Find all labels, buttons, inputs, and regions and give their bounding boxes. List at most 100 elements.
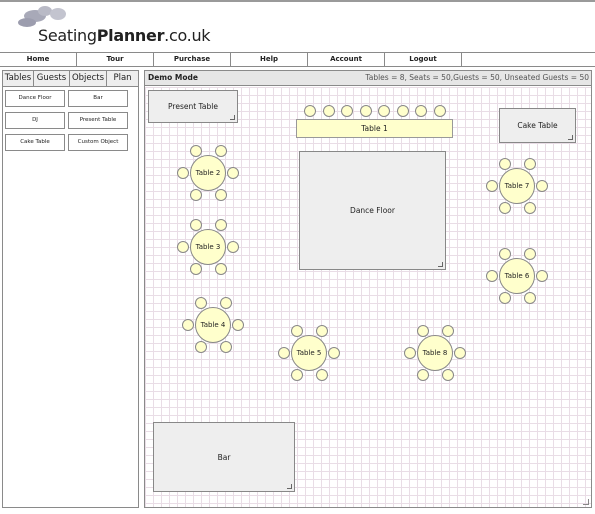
- seat[interactable]: [290, 325, 303, 338]
- seat[interactable]: [219, 340, 232, 353]
- seat[interactable]: [194, 340, 207, 353]
- seat[interactable]: [290, 368, 303, 381]
- bar-button[interactable]: Bar: [68, 90, 128, 107]
- seat[interactable]: [214, 188, 227, 201]
- seat[interactable]: [328, 347, 340, 359]
- seat[interactable]: [177, 167, 189, 179]
- seat[interactable]: [378, 105, 390, 117]
- seat[interactable]: [322, 105, 335, 117]
- seat[interactable]: [486, 270, 498, 282]
- present-table-label: Present Table: [168, 102, 218, 111]
- nav-home[interactable]: Home: [0, 53, 77, 66]
- tab-plan[interactable]: Plan: [107, 71, 138, 86]
- plan-canvas[interactable]: Present Table Cake Table Dance Floor Bar…: [145, 87, 591, 507]
- dance-floor[interactable]: Dance Floor: [299, 151, 446, 270]
- seat[interactable]: [227, 167, 239, 179]
- nav-help[interactable]: Help: [231, 53, 308, 66]
- nav-account[interactable]: Account: [308, 53, 385, 66]
- seat[interactable]: [486, 180, 498, 192]
- seat[interactable]: [523, 291, 536, 304]
- table-4-label: Table 4: [200, 321, 226, 329]
- seat[interactable]: [415, 105, 427, 117]
- seat[interactable]: [315, 325, 328, 338]
- seat[interactable]: [416, 368, 429, 381]
- tab-guests[interactable]: Guests: [34, 71, 70, 86]
- seat[interactable]: [523, 248, 536, 261]
- present-table[interactable]: Present Table: [148, 90, 238, 123]
- nav-purchase[interactable]: Purchase: [154, 53, 231, 66]
- seat[interactable]: [189, 262, 202, 275]
- seat[interactable]: [498, 248, 511, 261]
- seat[interactable]: [189, 145, 202, 158]
- objects-panel: Tables Guests Objects Plan Dance Floor B…: [2, 70, 139, 508]
- seat[interactable]: [441, 325, 454, 338]
- main-nav: Home Tour Purchase Help Account Logout: [0, 52, 595, 67]
- seat[interactable]: [498, 201, 511, 214]
- table-6-label: Table 6: [504, 272, 530, 280]
- table-2-label: Table 2: [195, 169, 221, 177]
- table-8[interactable]: Table 8: [417, 335, 453, 371]
- seat[interactable]: [536, 180, 548, 192]
- panel-tabs: Tables Guests Objects Plan: [3, 71, 138, 87]
- dj-button[interactable]: DJ: [5, 112, 65, 129]
- cake-table[interactable]: Cake Table: [499, 108, 576, 143]
- seat[interactable]: [194, 297, 207, 310]
- table-8-label: Table 8: [422, 349, 448, 357]
- plan-header: Demo Mode Tables = 8, Seats = 50,Guests …: [145, 71, 591, 86]
- dance-floor-button[interactable]: Dance Floor: [5, 90, 65, 107]
- present-table-button[interactable]: Present Table: [68, 112, 128, 129]
- seat[interactable]: [341, 105, 353, 117]
- plan-stats: Tables = 8, Seats = 50,Guests = 50, Unse…: [365, 73, 589, 82]
- seat[interactable]: [523, 158, 536, 171]
- resize-handle[interactable]: [568, 135, 573, 140]
- seat[interactable]: [359, 105, 372, 117]
- seat[interactable]: [498, 291, 511, 304]
- seat[interactable]: [454, 347, 466, 359]
- table-5[interactable]: Table 5: [291, 335, 327, 371]
- seat[interactable]: [214, 219, 227, 232]
- custom-object-button[interactable]: Custom Object: [68, 134, 128, 151]
- resize-handle[interactable]: [230, 115, 235, 120]
- tab-tables[interactable]: Tables: [3, 71, 34, 86]
- bar[interactable]: Bar: [153, 422, 295, 492]
- dance-floor-label: Dance Floor: [350, 206, 395, 215]
- seat[interactable]: [177, 241, 189, 253]
- seat[interactable]: [189, 219, 202, 232]
- table-5-label: Table 5: [296, 349, 322, 357]
- table-6[interactable]: Table 6: [499, 258, 535, 294]
- site-logo[interactable]: SeatingPlanner.co.uk: [6, 6, 211, 45]
- seat[interactable]: [182, 319, 194, 331]
- resize-handle[interactable]: [287, 484, 292, 489]
- seat[interactable]: [304, 105, 316, 117]
- seat[interactable]: [219, 297, 232, 310]
- mode-label: Demo Mode: [148, 73, 198, 82]
- table-2[interactable]: Table 2: [190, 155, 226, 191]
- table-4[interactable]: Table 4: [195, 307, 231, 343]
- seat[interactable]: [416, 325, 429, 338]
- seat[interactable]: [189, 188, 202, 201]
- nav-tour[interactable]: Tour: [77, 53, 154, 66]
- logo-text: SeatingPlanner.co.uk: [38, 26, 211, 45]
- seat[interactable]: [214, 145, 227, 158]
- table-3-label: Table 3: [195, 243, 221, 251]
- seat[interactable]: [404, 347, 416, 359]
- seat[interactable]: [536, 270, 548, 282]
- seat[interactable]: [498, 158, 511, 171]
- tab-objects[interactable]: Objects: [70, 71, 107, 86]
- seat[interactable]: [441, 368, 454, 381]
- resize-handle[interactable]: [438, 262, 443, 267]
- seat[interactable]: [227, 241, 239, 253]
- seat[interactable]: [278, 347, 290, 359]
- seat[interactable]: [232, 319, 244, 331]
- table-1[interactable]: Table 1: [296, 119, 453, 138]
- table-3[interactable]: Table 3: [190, 229, 226, 265]
- seat[interactable]: [396, 105, 409, 117]
- cake-table-button[interactable]: Cake Table: [5, 134, 65, 151]
- seat[interactable]: [214, 262, 227, 275]
- nav-logout[interactable]: Logout: [385, 53, 462, 66]
- seat[interactable]: [523, 201, 536, 214]
- table-7[interactable]: Table 7: [499, 168, 535, 204]
- seat[interactable]: [433, 105, 446, 117]
- canvas-resize-handle[interactable]: [583, 499, 589, 505]
- seat[interactable]: [315, 368, 328, 381]
